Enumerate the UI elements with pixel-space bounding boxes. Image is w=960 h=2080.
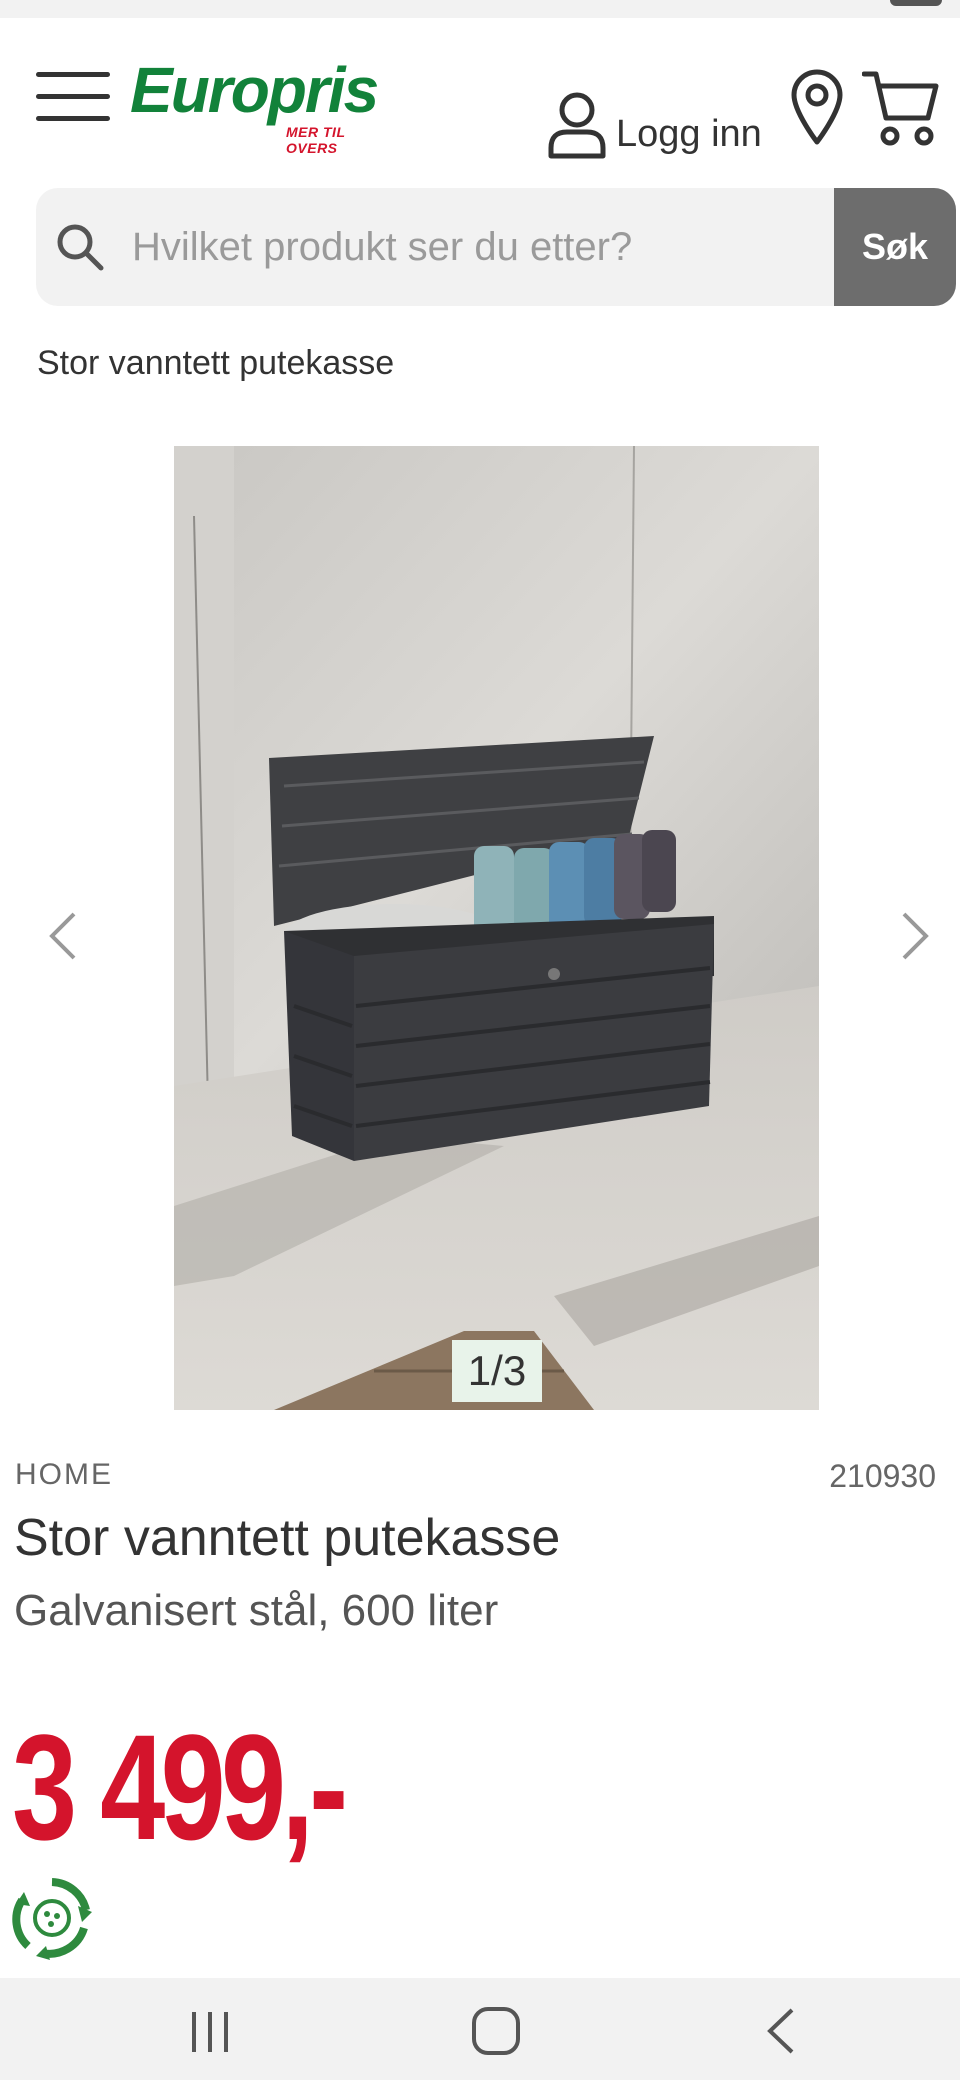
search-bar: Søk — [36, 188, 956, 306]
search-button[interactable]: Søk — [834, 188, 956, 306]
product-sku: 210930 — [829, 1458, 936, 1494]
home-button[interactable] — [466, 2000, 526, 2062]
cart-icon[interactable] — [862, 66, 940, 150]
product-image[interactable] — [174, 446, 819, 1410]
recycling-icon[interactable] — [10, 1876, 94, 1960]
login-label: Logg inn — [616, 113, 762, 155]
product-subtitle: Galvanisert stål, 600 liter — [14, 1586, 499, 1635]
breadcrumb[interactable]: Stor vanntett putekasse — [37, 344, 394, 383]
product-photo — [174, 446, 819, 1410]
europris-logo[interactable]: Europris MER TIL OVERS — [130, 58, 400, 168]
menu-icon[interactable] — [36, 62, 110, 122]
back-button[interactable] — [752, 2000, 812, 2062]
recents-button[interactable] — [180, 2000, 240, 2062]
product-title: Stor vanntett putekasse — [14, 1509, 561, 1567]
site-header: Europris MER TIL OVERS Logg inn — [0, 18, 960, 168]
status-indicator — [890, 0, 942, 6]
logo-wordmark: Europris — [130, 54, 379, 126]
system-navigation-bar — [0, 1978, 960, 2080]
location-pin-icon[interactable] — [788, 68, 846, 146]
status-bar — [0, 0, 960, 18]
product-brand[interactable]: HOME — [15, 1458, 113, 1492]
product-gallery: 1/3 — [0, 446, 960, 1410]
search-input[interactable] — [132, 188, 852, 306]
product-price: 3 499,- — [12, 1703, 348, 1871]
user-icon — [548, 92, 606, 159]
login-button[interactable]: Logg inn — [546, 70, 762, 160]
chevron-right-icon[interactable] — [890, 906, 940, 966]
chevron-left-icon[interactable] — [38, 906, 88, 966]
search-icon — [57, 224, 104, 271]
image-counter: 1/3 — [452, 1340, 542, 1402]
logo-tagline: MER TIL OVERS — [286, 124, 346, 156]
